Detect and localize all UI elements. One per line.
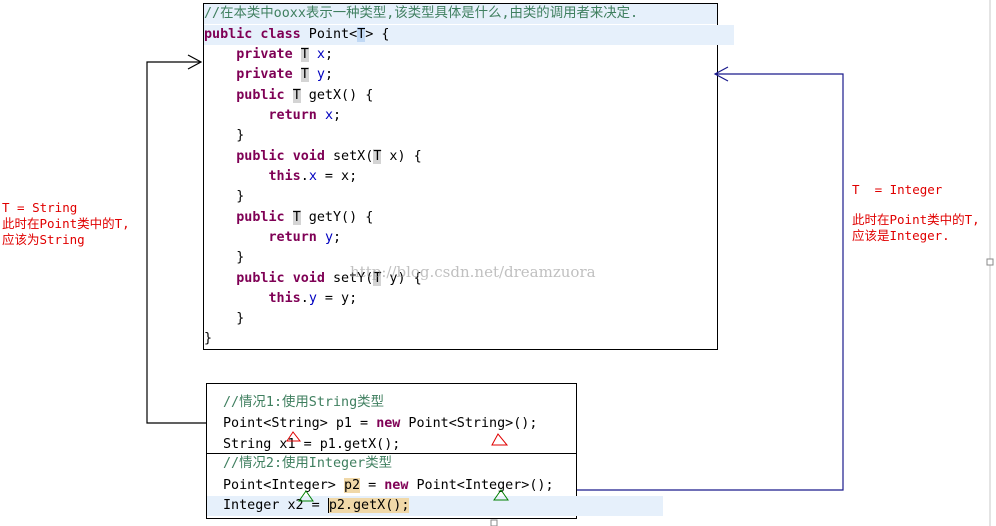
- green-triangle-marker: [298, 490, 314, 502]
- red-triangle-marker: [491, 433, 509, 446]
- resize-handle[interactable]: [490, 519, 498, 526]
- red-triangle-marker: [286, 431, 302, 442]
- right-arrow-line: [577, 73, 844, 491]
- resize-handle[interactable]: [986, 258, 994, 266]
- connector-arrows: [146, 0, 994, 526]
- green-triangle-marker: [493, 489, 509, 501]
- left-arrow-line: [146, 61, 206, 424]
